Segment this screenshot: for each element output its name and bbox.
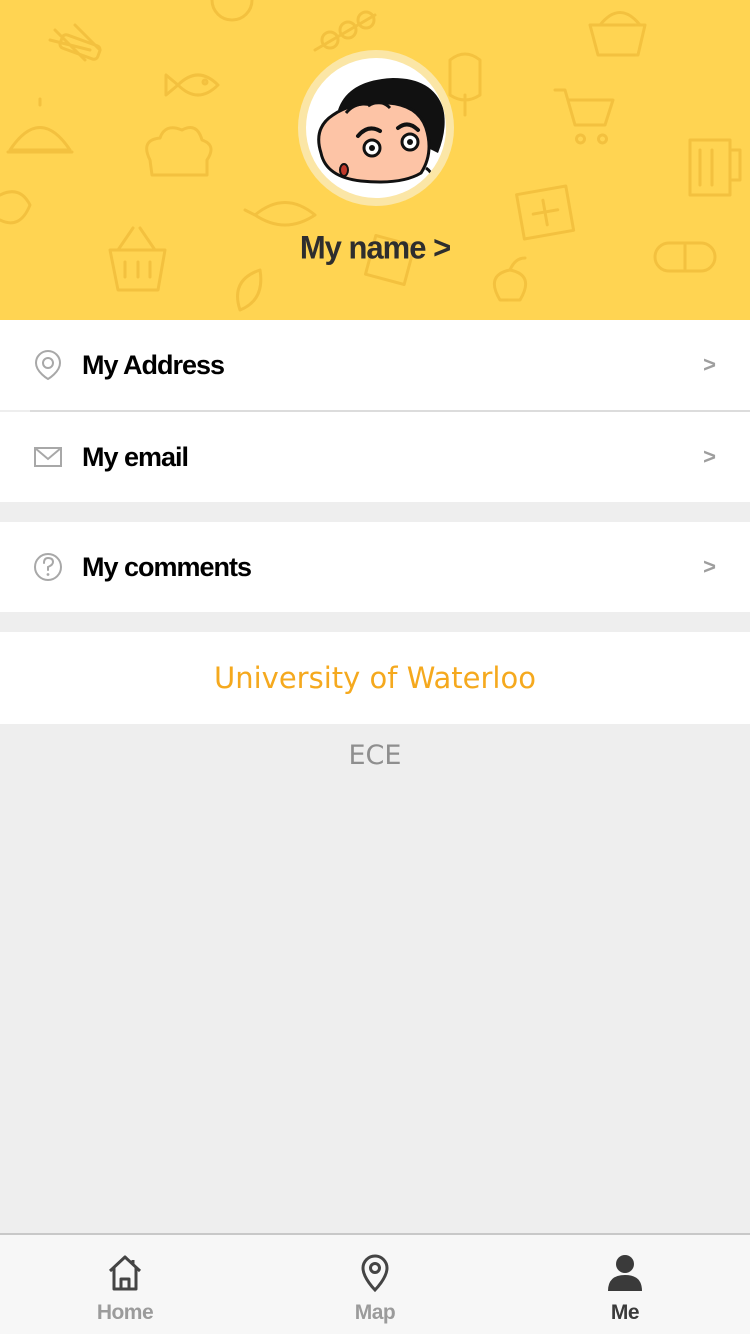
menu-item-comments[interactable]: My comments > — [0, 522, 750, 612]
tab-label: Me — [610, 1301, 640, 1324]
menu-item-label: My Address — [82, 350, 225, 380]
person-icon — [608, 1255, 642, 1291]
menu-item-label: My email — [82, 442, 189, 472]
menu-item-address[interactable]: My Address > — [0, 320, 750, 410]
chevron-right-icon: > — [703, 444, 716, 469]
profile-header: My name > — [0, 0, 750, 320]
tab-label: Map — [354, 1301, 396, 1324]
avatar[interactable] — [306, 58, 446, 198]
tab-me[interactable]: Me — [500, 1235, 750, 1334]
tab-bar: Home Map Me — [0, 1233, 750, 1334]
chevron-right-icon: > — [703, 352, 716, 377]
home-icon — [108, 1255, 142, 1291]
department-label: ECE — [348, 740, 402, 771]
chevron-right-icon: > — [703, 554, 716, 579]
tab-home[interactable]: Home — [0, 1235, 250, 1334]
tab-map[interactable]: Map — [250, 1235, 500, 1334]
tab-label: Home — [96, 1301, 154, 1324]
cartoon-face-icon — [317, 78, 445, 184]
my-name-link[interactable]: My name > — [0, 229, 750, 267]
university-label: University of Waterloo — [0, 632, 750, 724]
location-pin-icon — [34, 349, 62, 381]
avatar-ring[interactable] — [298, 50, 454, 206]
envelope-icon — [34, 447, 62, 467]
question-circle-icon — [34, 553, 62, 581]
menu-item-email[interactable]: My email > — [0, 412, 750, 502]
map-pin-icon — [361, 1254, 389, 1293]
menu-item-label: My comments — [82, 552, 252, 582]
